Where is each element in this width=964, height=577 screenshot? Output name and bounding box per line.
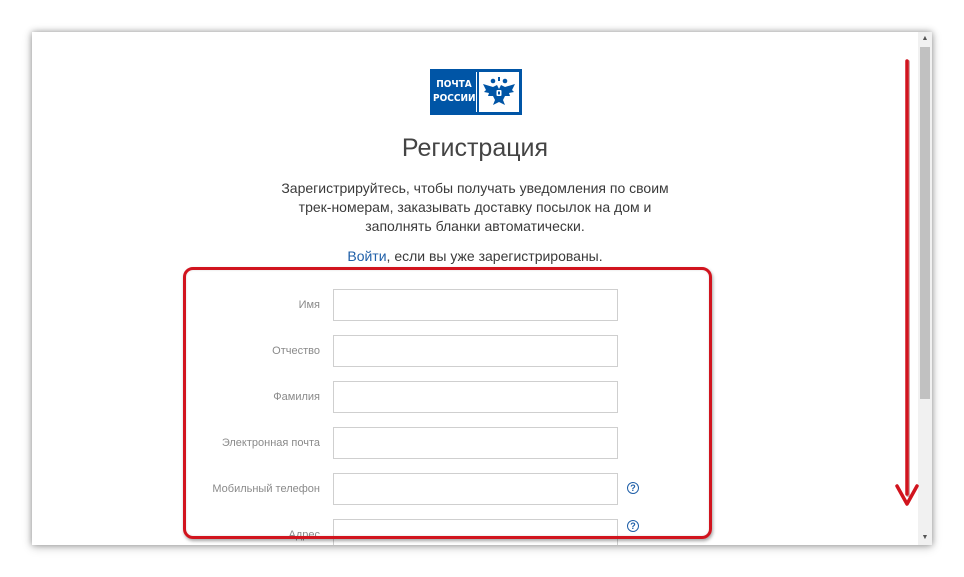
first-name-row: Имя: [182, 289, 722, 321]
mobile-phone-help-icon[interactable]: ?: [627, 482, 639, 494]
logo-text: ПОЧТА РОССИИ: [433, 78, 476, 106]
mobile-phone-label: Мобильный телефон: [212, 483, 320, 495]
russian-post-logo[interactable]: ПОЧТА РОССИИ: [430, 69, 522, 115]
middle-name-row: Отчество: [182, 335, 722, 367]
middle-name-label: Отчество: [272, 345, 320, 357]
mobile-phone-row: Мобильный телефон ?: [182, 473, 722, 505]
address-help-icon[interactable]: ?: [627, 520, 639, 532]
scroll-up-arrow-icon[interactable]: ▲: [918, 32, 932, 46]
mobile-phone-input[interactable]: [333, 473, 618, 505]
first-name-label: Имя: [298, 299, 320, 311]
last-name-label: Фамилия: [273, 391, 320, 403]
browser-viewport: ПОЧТА РОССИИ Регистрация Зарегистрируйте…: [32, 32, 932, 545]
first-name-input[interactable]: [333, 289, 618, 321]
scrollbar-thumb[interactable]: [920, 47, 930, 399]
email-label: Электронная почта: [221, 437, 320, 449]
last-name-input[interactable]: [333, 381, 618, 413]
page-title: Регистрация: [401, 134, 549, 162]
logo-divider: [476, 72, 477, 112]
page-scrollbar[interactable]: ▲ ▼: [918, 32, 932, 545]
email-row: Электронная почта: [182, 427, 722, 459]
login-prompt: Войти, если вы уже зарегистрированы.: [32, 248, 918, 264]
double-headed-eagle-icon: [479, 72, 519, 112]
last-name-row: Фамилия: [182, 381, 722, 413]
address-input[interactable]: [333, 519, 618, 545]
login-link[interactable]: Войти: [347, 248, 386, 264]
address-label: Адрес: [288, 529, 321, 541]
scroll-down-arrow-icon[interactable]: ▼: [918, 531, 932, 545]
logo-line-2: РОССИИ: [433, 93, 476, 104]
middle-name-input[interactable]: [333, 335, 618, 367]
registration-form: Имя Отчество Фамилия Электронная почта М…: [182, 267, 722, 545]
login-suffix: , если вы уже зарегистрированы.: [386, 248, 603, 264]
logo-line-1: ПОЧТА: [436, 79, 472, 90]
email-input[interactable]: [333, 427, 618, 459]
address-row: Адрес ?: [182, 519, 722, 545]
page-subtitle: Зарегистрируйтесь, чтобы получать уведом…: [281, 180, 669, 234]
